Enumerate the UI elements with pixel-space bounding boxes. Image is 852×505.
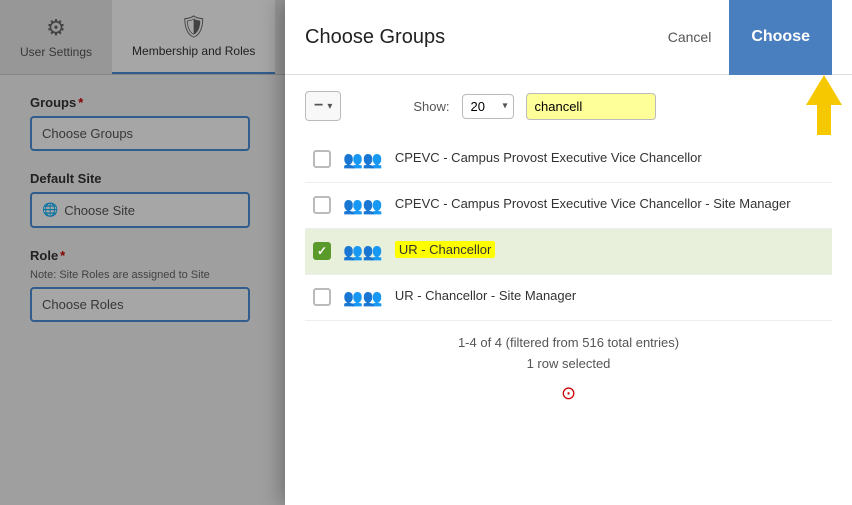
item-text-3: UR - Chancellor [395, 241, 495, 259]
item-text-4: UR - Chancellor - Site Manager [395, 287, 576, 305]
list-item[interactable]: 👥👥 CPEVC - Campus Provost Executive Vice … [305, 137, 832, 183]
checkbox-3[interactable] [313, 242, 331, 260]
show-select-wrapper: 20 10 50 100 [462, 94, 514, 119]
group-icon: 👥👥 [343, 150, 383, 170]
items-list: 👥👥 CPEVC - Campus Provost Executive Vice … [305, 137, 832, 321]
pagination-dots: ⊙ [305, 383, 832, 404]
item-text-1: CPEVC - Campus Provost Executive Vice Ch… [395, 149, 702, 167]
results-footer: 1-4 of 4 (filtered from 516 total entrie… [305, 321, 832, 379]
group-icon: 👥👥 [343, 196, 383, 216]
group-icon: 👥👥 [343, 288, 383, 308]
list-item[interactable]: 👥👥 CPEVC - Campus Provost Executive Vice … [305, 183, 832, 229]
show-label: Show: [413, 99, 449, 114]
choose-button[interactable]: Choose [729, 0, 832, 75]
chevron-down-icon: ▾ [327, 101, 332, 112]
results-filter-note: (filtered from 516 total entries) [506, 335, 679, 350]
checkbox-4[interactable] [313, 288, 331, 306]
minus-icon: − [314, 97, 323, 115]
checkbox-1[interactable] [313, 150, 331, 168]
modal-header: Choose Groups Cancel Choose [285, 0, 852, 75]
results-range: 1-4 of 4 [458, 335, 502, 350]
show-select[interactable]: 20 10 50 100 [462, 94, 514, 119]
list-item[interactable]: 👥👥 UR - Chancellor - Site Manager [305, 275, 832, 321]
list-item[interactable]: 👥👥 UR - Chancellor [305, 229, 832, 275]
group-icon: 👥👥 [343, 242, 383, 262]
search-input[interactable] [526, 93, 656, 120]
choose-groups-modal: Choose Groups Cancel Choose − ▾ Show: 20… [285, 0, 852, 505]
cancel-button[interactable]: Cancel [650, 21, 730, 53]
checkbox-2[interactable] [313, 196, 331, 214]
selection-note: 1 row selected [305, 354, 832, 375]
deselect-button[interactable]: − ▾ [305, 91, 341, 121]
modal-title: Choose Groups [305, 26, 445, 49]
modal-header-actions: Cancel Choose [650, 0, 832, 75]
toolbar-row: − ▾ Show: 20 10 50 100 [305, 91, 832, 121]
modal-body: − ▾ Show: 20 10 50 100 👥👥 CPEVC - Campus … [285, 75, 852, 505]
item-text-2: CPEVC - Campus Provost Executive Vice Ch… [395, 195, 791, 213]
